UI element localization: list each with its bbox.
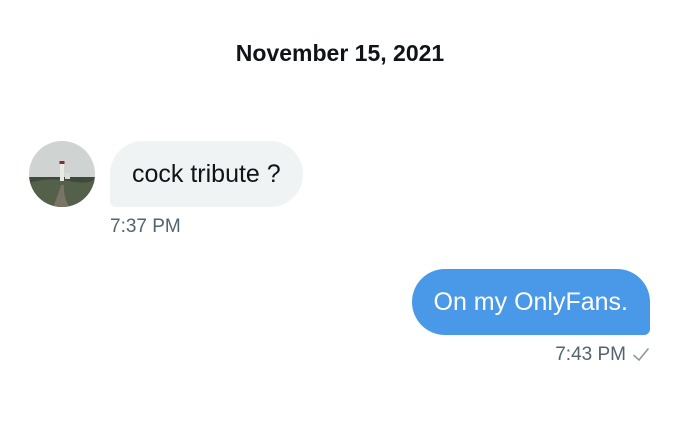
lighthouse-avatar-image bbox=[29, 141, 95, 207]
avatar[interactable] bbox=[29, 141, 95, 207]
conversation-date: November 15, 2021 bbox=[235, 40, 445, 66]
outgoing-message-meta: 7:43 PM bbox=[555, 344, 650, 366]
outgoing-message-bubble[interactable]: On my OnlyFans. bbox=[411, 269, 650, 335]
incoming-message-bubble[interactable]: cock tribute ? bbox=[110, 141, 303, 207]
outgoing-message-time: 7:43 PM bbox=[555, 344, 626, 365]
check-icon bbox=[633, 348, 649, 361]
incoming-message-time: 7:37 PM bbox=[110, 216, 181, 237]
